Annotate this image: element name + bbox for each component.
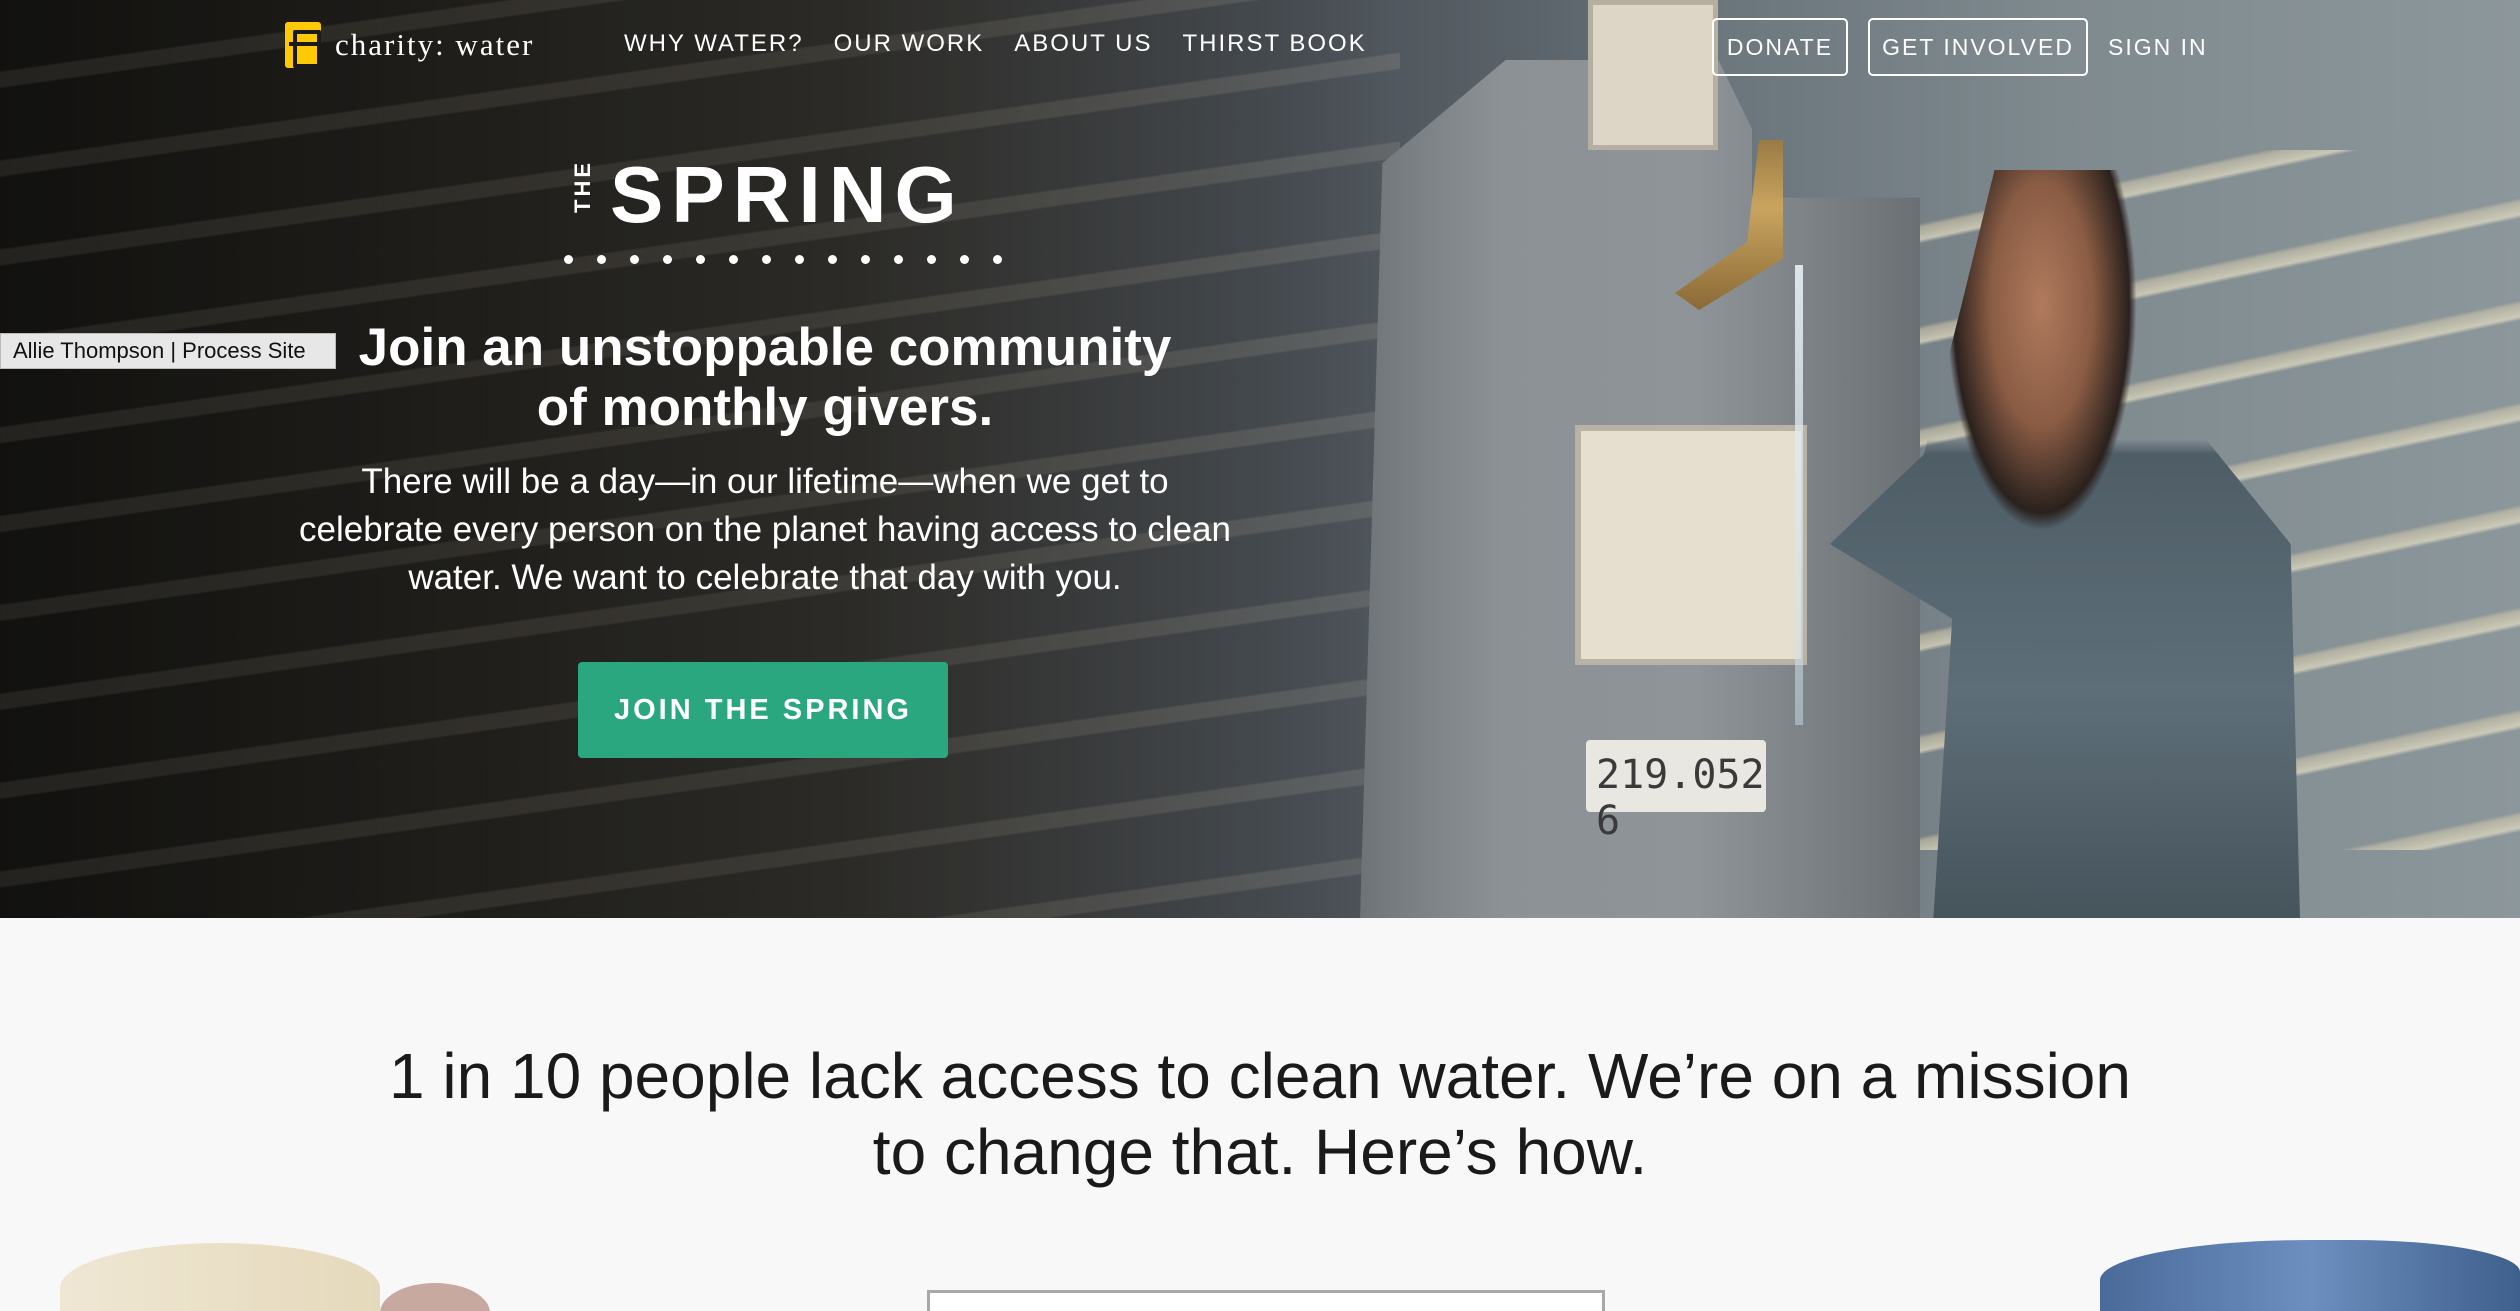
hero-heading: Join an unstoppable community of monthly… <box>358 318 1172 437</box>
overlay-name-label: Allie Thompson | Process Site <box>0 333 336 369</box>
pillar-number-plate: 219.052 6 <box>1586 740 1766 844</box>
water-stream-image <box>1795 265 1803 725</box>
spring-logo-title: SPRING <box>610 150 965 239</box>
logo-text: charity: water <box>335 27 535 62</box>
bottom-left-image <box>60 1243 380 1311</box>
nav-about-us[interactable]: ABOUT US <box>1014 30 1152 58</box>
sign-in-link[interactable]: SIGN IN <box>2108 34 2208 61</box>
get-involved-button[interactable]: GET INVOLVED <box>1868 18 2088 76</box>
bottom-right-image <box>2100 1240 2520 1311</box>
the-spring-logo: THE SPRING <box>564 150 1002 280</box>
nav-why-water[interactable]: WHY WATER? <box>624 30 804 58</box>
mission-heading: 1 in 10 people lack access to clean wate… <box>389 1040 2131 1188</box>
join-the-spring-button[interactable]: JOIN THE SPRING <box>578 662 948 758</box>
plate-number: 219.052 6 <box>1596 752 1765 844</box>
pillar-tile-image <box>1575 425 1807 665</box>
donate-button[interactable]: DONATE <box>1712 18 1848 76</box>
spring-logo-prefix: THE <box>570 160 595 213</box>
hero-body-text: There will be a day—in our lifetime—when… <box>299 462 1231 597</box>
nav-thirst-book[interactable]: THIRST BOOK <box>1182 30 1366 58</box>
bottom-card <box>927 1290 1605 1311</box>
main-nav: WHY WATER? OUR WORK ABOUT US THIRST BOOK <box>624 30 1367 58</box>
charity-water-logo[interactable]: charity: water <box>285 22 534 68</box>
nav-our-work[interactable]: OUR WORK <box>834 30 985 58</box>
spring-logo-dots <box>564 255 1002 264</box>
jerrycan-logo-icon <box>285 22 321 68</box>
pillar-tile-top-image <box>1588 0 1718 150</box>
bottom-left-accent-image <box>380 1283 490 1311</box>
